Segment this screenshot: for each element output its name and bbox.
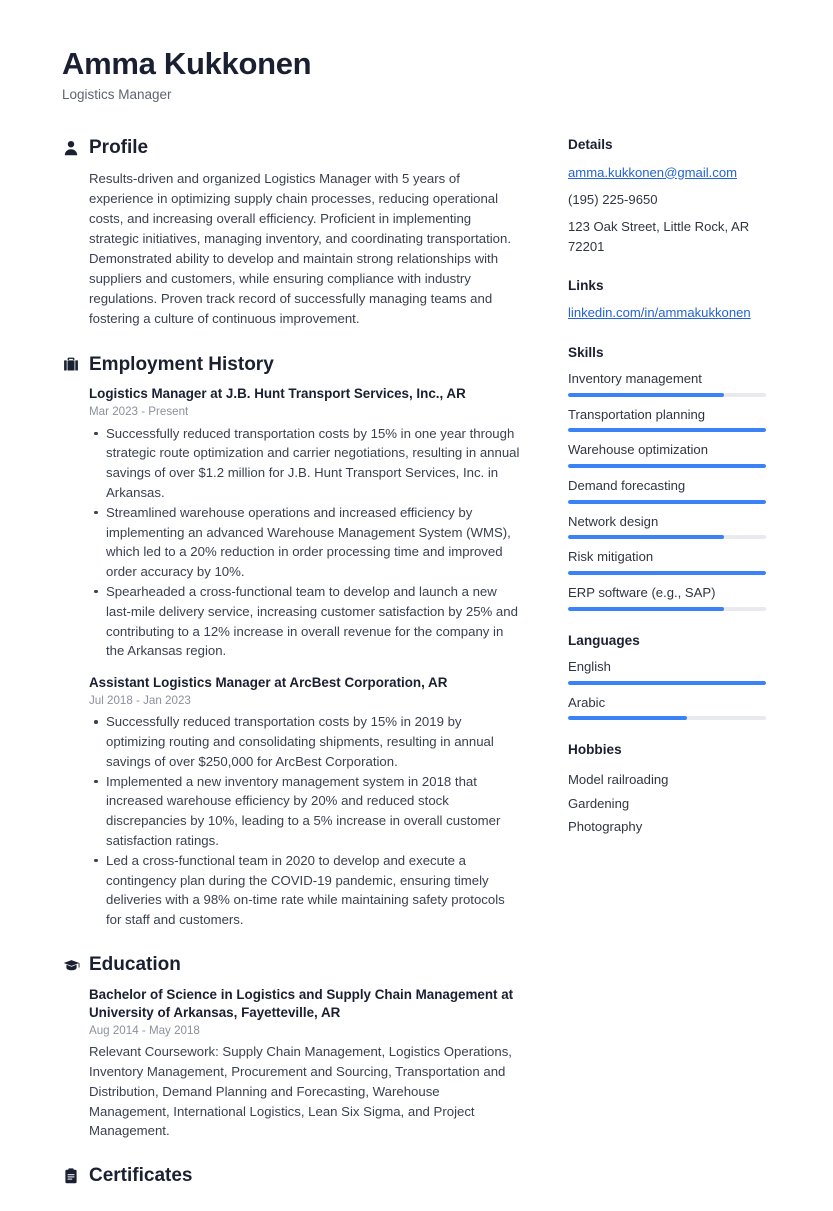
sidebar-languages: Languages English Arabic [568,633,773,721]
section-certificates-header: Certificates [62,1165,520,1187]
person-icon [62,139,80,157]
skill-bar-track [568,428,766,433]
section-profile-header: Profile [62,137,520,159]
language-bar-fill [568,716,687,721]
skill-label: Risk mitigation [568,549,654,565]
skill-bar-track [568,392,766,397]
sidebar-column: Details amma.kukkonen@gmail.com (195) 22… [568,137,773,861]
section-profile-body: Results-driven and organized Logistics M… [62,169,520,330]
skill-label: ERP software (e.g., SAP) [568,585,716,601]
briefcase-icon [62,355,80,373]
hobby-item: Photography [568,819,643,835]
skill-bar-track [568,464,766,469]
section-employment-header: Employment History [62,354,520,376]
skill-item: Network design [568,513,773,540]
candidate-job-title: Logistics Manager [62,86,172,102]
section-profile: Profile Results-driven and organized Log… [62,137,520,329]
skill-item: Inventory management [568,370,773,397]
skill-bar-track [568,571,766,576]
employment-date: Jul 2018 - Jan 2023 [89,694,191,708]
main-column: Profile Results-driven and organized Log… [62,137,520,1211]
section-education-title: Education [89,954,181,976]
employment-entry: Logistics Manager at J.B. Hunt Transport… [89,385,520,661]
sidebar-hobbies-title: Hobbies [568,742,622,758]
graduation-cap-icon [62,956,80,974]
linkedin-link[interactable]: linkedin.com/in/ammakukkonen [568,303,773,322]
hobby-item: Gardening [568,795,630,811]
phone-text: (195) 225-9650 [568,191,658,207]
language-bar-fill [568,680,766,685]
employment-date: Mar 2023 - Present [89,405,189,419]
section-education-header: Education [62,954,520,976]
sidebar-languages-title: Languages [568,632,640,648]
address-text: 123 Oak Street, Little Rock, AR 72201 [568,219,750,254]
education-entry: Bachelor of Science in Logistics and Sup… [89,986,520,1141]
skill-item: Transportation planning [568,406,773,433]
language-item: English [568,658,773,685]
section-employment-body: Logistics Manager at J.B. Hunt Transport… [62,385,520,930]
sidebar-links-title: Links [568,278,604,293]
section-certificates: Certificates [62,1165,520,1187]
section-employment: Employment History Logistics Manager at … [62,354,520,930]
employment-entry: Assistant Logistics Manager at ArcBest C… [89,674,520,930]
sidebar-hobbies: Hobbies Model railroading Gardening Phot… [568,742,773,839]
skill-bar-fill [568,464,766,469]
hobby-item: Model railroading [568,771,669,787]
skill-bar-track [568,499,766,504]
skill-label: Warehouse optimization [568,442,708,458]
bullet-item: Successfully reduced transportation cost… [94,424,520,503]
employment-role: Logistics Manager at J.B. Hunt Transport… [89,386,466,402]
bullet-item: Implemented a new inventory management s… [94,772,520,851]
skill-bar-fill [568,499,766,504]
bullet-item: Led a cross-functional team in 2020 to d… [94,851,520,930]
skill-item: Demand forecasting [568,477,773,504]
skill-label: Network design [568,513,659,529]
education-degree: Bachelor of Science in Logistics and Sup… [89,986,514,1020]
language-label: Arabic [568,694,606,710]
sidebar-links: Links linkedin.com/in/ammakukkonen [568,278,773,323]
skill-bar-track [568,535,766,540]
skill-label: Transportation planning [568,406,706,422]
education-date: Aug 2014 - May 2018 [89,1024,200,1038]
skill-label: Inventory management [568,371,702,386]
employment-bullets: Successfully reduced transportation cost… [89,424,520,662]
skill-bar-fill [568,606,725,611]
bullet-item: Streamlined warehouse operations and inc… [94,503,520,582]
language-item: Arabic [568,694,773,721]
skill-bar-fill [568,535,725,540]
sidebar-details: Details amma.kukkonen@gmail.com (195) 22… [568,137,773,256]
skill-bar-fill [568,571,766,576]
section-profile-title: Profile [89,137,149,159]
candidate-name: Amma Kukkonen [62,46,312,81]
profile-text: Results-driven and organized Logistics M… [89,171,511,327]
sidebar-skills: Skills Inventory management Transportati… [568,345,773,611]
skill-label: Demand forecasting [568,478,686,494]
section-employment-title: Employment History [89,353,274,375]
sidebar-details-title: Details [568,137,613,153]
certificate-icon [62,1167,80,1185]
language-label: English [568,659,611,675]
sidebar-skills-title: Skills [568,344,604,360]
section-education: Education Bachelor of Science in Logisti… [62,954,520,1141]
employment-bullets: Successfully reduced transportation cost… [89,712,520,930]
email-link[interactable]: amma.kukkonen@gmail.com [568,163,773,182]
employment-role: Assistant Logistics Manager at ArcBest C… [89,675,448,691]
language-bar-track [568,680,766,685]
resume-columns: Profile Results-driven and organized Log… [62,137,773,1211]
resume-header: Amma Kukkonen Logistics Manager [62,46,773,103]
skill-item: ERP software (e.g., SAP) [568,584,773,611]
resume-page: Amma Kukkonen Logistics Manager Profile [0,0,833,1186]
skill-bar-track [568,606,766,611]
education-description: Relevant Coursework: Supply Chain Manage… [89,1044,512,1139]
section-education-body: Bachelor of Science in Logistics and Sup… [62,986,520,1141]
language-bar-track [568,716,766,721]
skill-item: Risk mitigation [568,548,773,576]
bullet-item: Successfully reduced transportation cost… [94,712,520,771]
skill-bar-fill [568,428,766,433]
skill-bar-fill [568,392,725,397]
skill-item: Warehouse optimization [568,441,773,469]
section-certificates-title: Certificates [89,1165,193,1187]
bullet-item: Spearheaded a cross-functional team to d… [94,582,520,661]
